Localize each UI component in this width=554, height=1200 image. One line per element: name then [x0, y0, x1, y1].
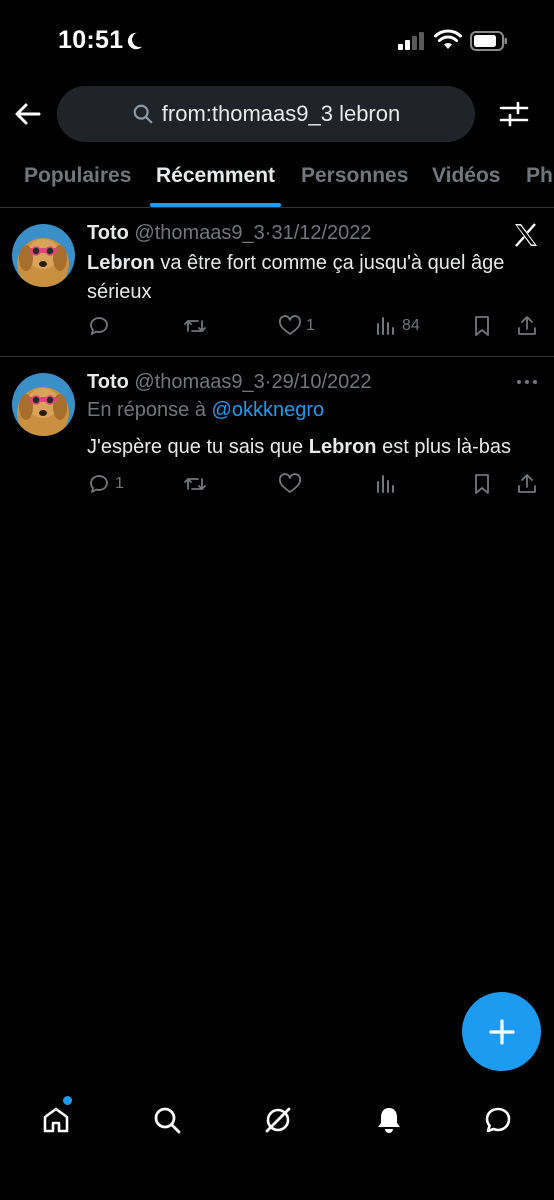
author-handle[interactable]: @thomaas9_3: [134, 371, 264, 393]
tweet-header: Toto @thomaas9_3·29/10/2022: [87, 371, 372, 394]
retweet-icon: [184, 478, 206, 490]
bookmark-icon: [475, 316, 489, 336]
avatar[interactable]: [12, 224, 75, 287]
view-count: 84: [402, 317, 420, 334]
views-chart-icon: [377, 317, 394, 335]
status-bar: 10:51: [0, 0, 554, 80]
avatar[interactable]: [12, 373, 75, 436]
notifications-icon: [378, 1108, 400, 1133]
share-icon: [518, 474, 536, 493]
tab-personnes[interactable]: Personnes: [301, 164, 408, 188]
retweet-icon: [184, 320, 206, 332]
tweet-text-bold: Lebron: [308, 436, 377, 458]
tweet-date: 29/10/2022: [271, 371, 372, 393]
moon-icon: [127, 32, 143, 50]
like-button[interactable]: 1: [278, 312, 315, 340]
reply-prefix: En réponse à: [87, 399, 212, 421]
compose-button[interactable]: [462, 992, 541, 1071]
tweet-divider: [0, 356, 554, 357]
reply-handle-link[interactable]: @okkknegro: [212, 399, 325, 421]
plus-icon: [488, 1018, 515, 1045]
tab-photos[interactable]: Ph: [526, 164, 553, 188]
tweet-text-rest: est plus là-bas: [376, 436, 512, 458]
views-button[interactable]: 84: [374, 312, 420, 340]
tweet-actions: 1 84: [87, 312, 542, 340]
bookmark-icon: [475, 474, 489, 494]
more-options-icon[interactable]: [514, 372, 540, 392]
heart-icon: [278, 473, 302, 493]
nav-messages[interactable]: [478, 1100, 518, 1140]
author-handle[interactable]: @thomaas9_3: [134, 222, 264, 244]
tweet-actions: 1: [87, 470, 542, 498]
x-logo-icon: [515, 223, 537, 247]
bookmark-button[interactable]: [470, 470, 494, 498]
heart-icon: [278, 315, 302, 335]
search-icon: [154, 1107, 181, 1134]
search-query: from:thomaas9_3 lebron: [161, 101, 401, 126]
like-button[interactable]: [278, 470, 306, 498]
like-count: 1: [306, 317, 315, 334]
nav-notifications[interactable]: [369, 1100, 409, 1140]
views-button[interactable]: [374, 470, 402, 498]
nav-search[interactable]: [147, 1100, 187, 1140]
tab-populaires[interactable]: Populaires: [24, 164, 131, 188]
home-notification-dot: [63, 1096, 72, 1105]
filter-settings-icon[interactable]: [498, 98, 530, 130]
tweet-text: Lebron va être fort comme ça jusqu'à que…: [87, 249, 542, 307]
status-time: 10:51: [58, 26, 124, 54]
tab-videos[interactable]: Vidéos: [432, 164, 500, 188]
tweet-header: Toto @thomaas9_3·31/12/2022: [87, 222, 372, 245]
tweet-text-bold: Lebron: [87, 252, 155, 274]
active-tab-indicator: [150, 203, 281, 207]
reply-count: 1: [115, 475, 124, 492]
messages-icon: [485, 1107, 511, 1133]
grok-icon: [265, 1107, 291, 1133]
bottom-navigation: [0, 1090, 554, 1150]
back-arrow-icon[interactable]: [12, 98, 44, 130]
tweet-text: J'espère que tu sais que Lebron est plus…: [87, 433, 542, 462]
views-chart-icon: [377, 475, 394, 493]
cellular-signal-icon: [398, 32, 424, 50]
reply-icon: [90, 475, 108, 493]
reply-button[interactable]: 1: [87, 470, 124, 498]
reply-button[interactable]: [87, 312, 115, 340]
bookmark-button[interactable]: [470, 312, 494, 340]
retweet-button[interactable]: [183, 312, 207, 340]
share-button[interactable]: [515, 312, 539, 340]
share-icon: [518, 316, 536, 335]
search-bar[interactable]: from:thomaas9_3 lebron: [57, 86, 475, 142]
reply-context: En réponse à @okkknegro: [87, 399, 324, 422]
tweet-date: 31/12/2022: [271, 222, 372, 244]
reply-icon: [90, 317, 108, 335]
wifi-icon: [434, 29, 462, 49]
search-icon: [133, 104, 153, 124]
tweet-text-before: J'espère que tu sais que: [87, 436, 309, 458]
retweet-button[interactable]: [183, 470, 207, 498]
search-tabs: Populaires Récemment Personnes Vidéos Ph: [0, 150, 554, 208]
nav-home[interactable]: [36, 1100, 76, 1140]
tab-recemment[interactable]: Récemment: [156, 164, 275, 188]
share-button[interactable]: [515, 470, 539, 498]
nav-grok[interactable]: [258, 1100, 298, 1140]
author-name[interactable]: Toto: [87, 222, 129, 244]
home-icon: [43, 1107, 69, 1133]
author-name[interactable]: Toto: [87, 371, 129, 393]
battery-icon: [470, 31, 507, 51]
